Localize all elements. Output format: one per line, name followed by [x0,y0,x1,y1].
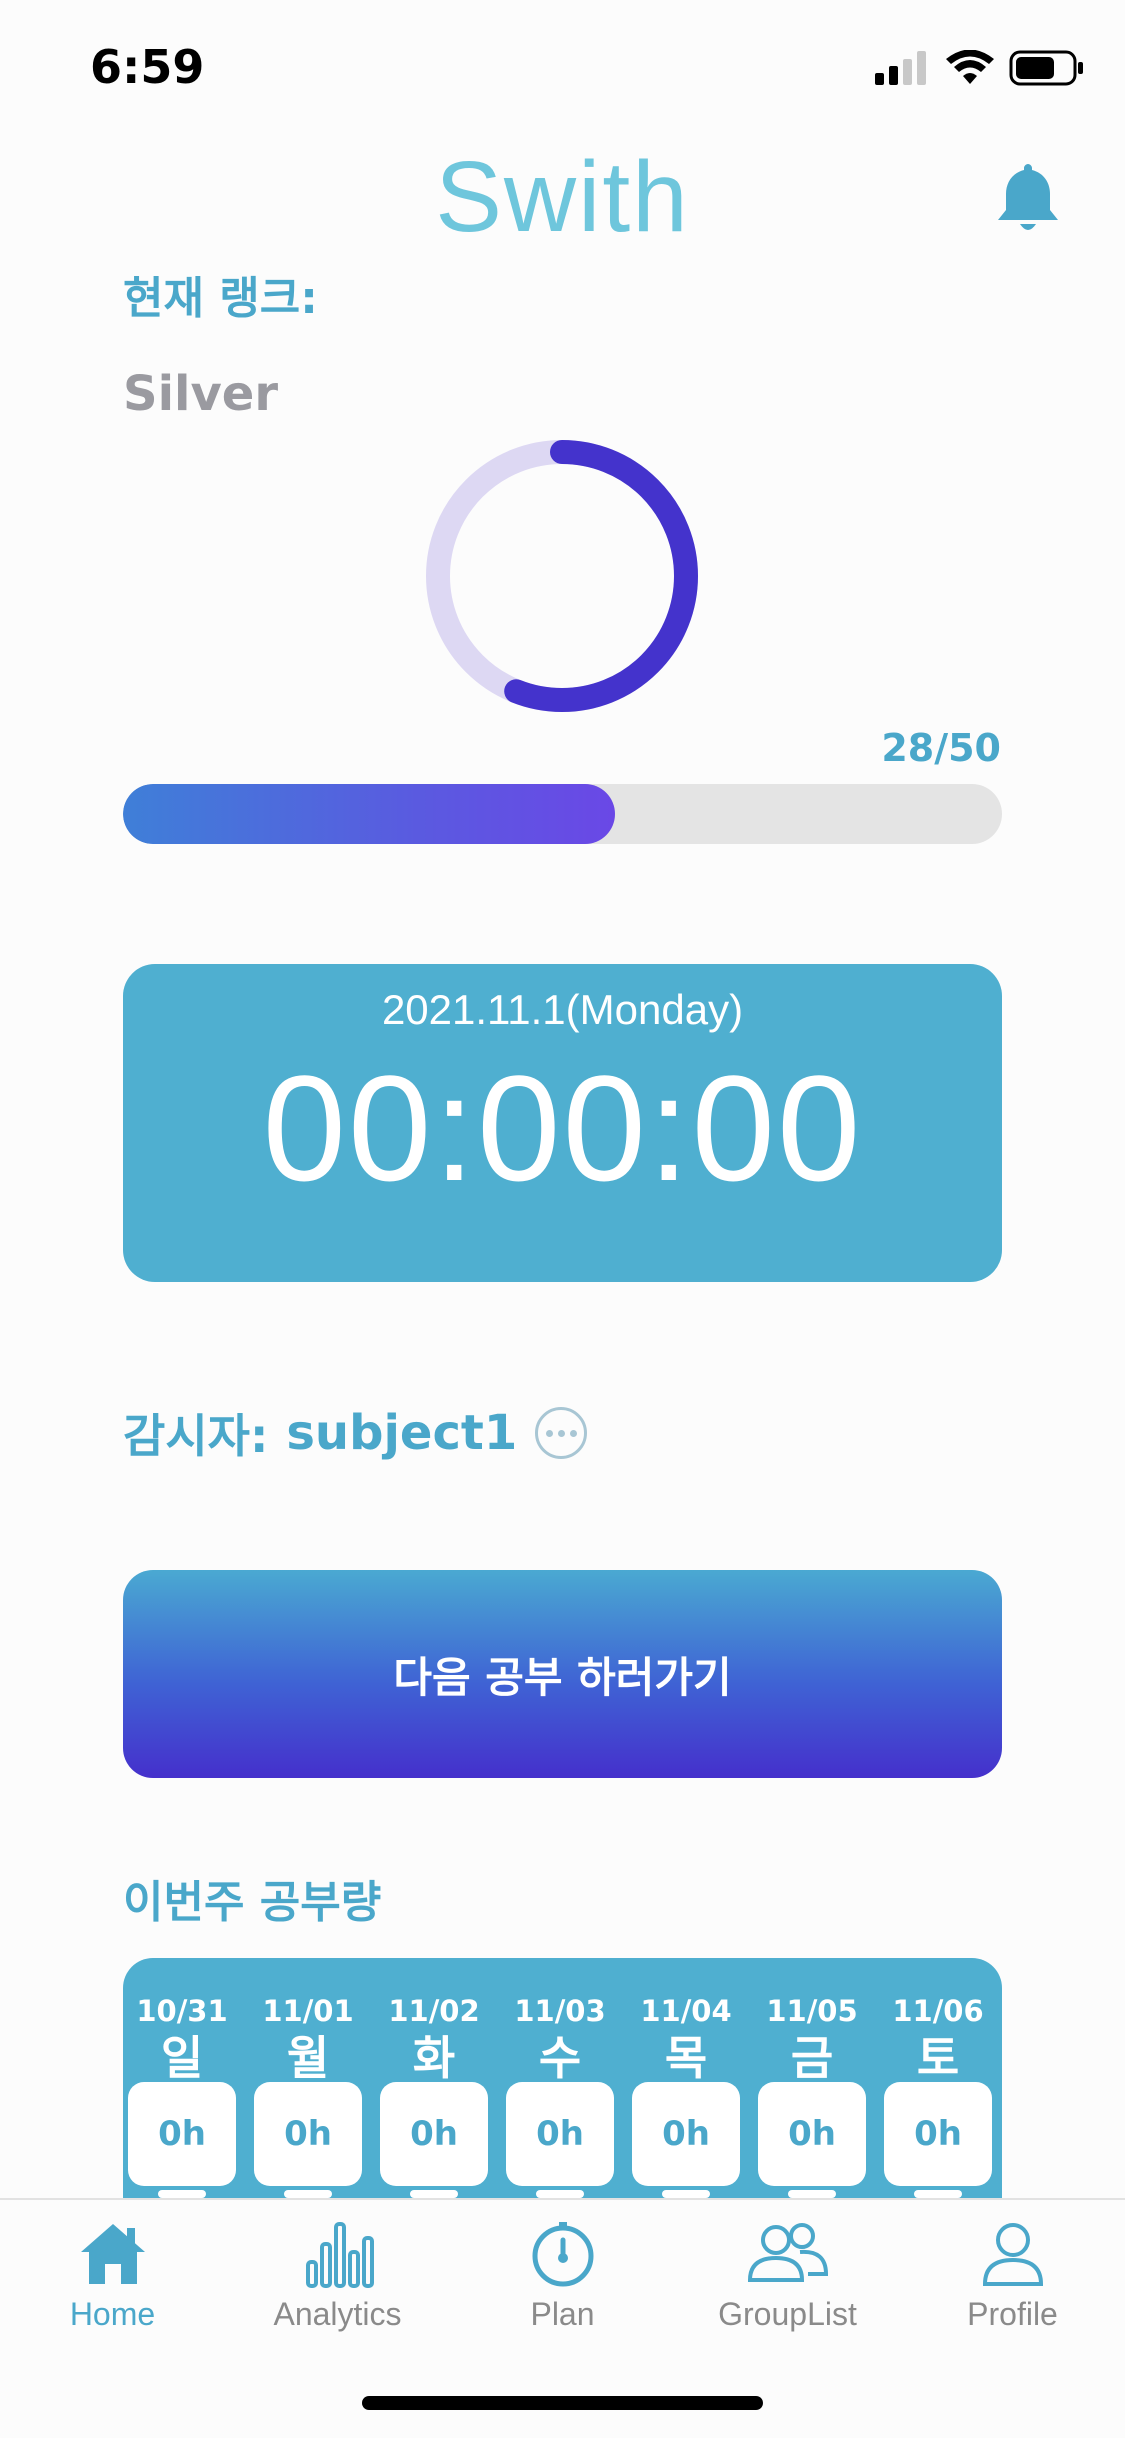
day-name: 목 [664,2031,708,2085]
timer-date: 2021.11.1(Monday) [381,986,744,1033]
tab-label: Plan [530,2296,595,2332]
tab-analytics[interactable]: Analytics [225,2220,450,2333]
tab-grouplist[interactable]: GroupList [675,2220,900,2333]
tab-label: GroupList [718,2296,857,2332]
day-name: 화 [412,2031,456,2085]
next-study-button[interactable]: 다음 공부 하러가기 [123,1570,1002,1778]
group-icon [747,2223,828,2282]
week-title: 이번주 공부량 [123,1877,382,1928]
signal-icon [875,51,926,85]
day-hours[interactable]: 0h [758,2082,866,2186]
progress-fill [123,784,616,844]
day-hours[interactable]: 0h [254,2082,362,2186]
rank-progress-ring [426,440,698,712]
day-hours[interactable]: 0h [632,2082,740,2186]
wifi-icon [946,50,994,84]
progress-bar [123,784,1002,844]
day-name: 수 [538,2031,582,2085]
day-sub [632,2190,740,2198]
tab-home[interactable]: Home [0,2220,225,2333]
day-sub [758,2190,866,2198]
day-sub [128,2190,236,2198]
stopwatch-icon [532,2222,593,2287]
supervisor-row: 감시자: subject1 [123,1400,588,1466]
timer-clock: 00:00:00 [262,1044,863,1212]
day-name: 일 [160,2031,204,2085]
supervisor-label: 감시자: [123,1409,269,1463]
day-sub [884,2190,992,2198]
rank-value: Silver [123,366,278,422]
day-name: 금 [790,2031,834,2085]
week-card: 10/31 일 0h 11/01 월 0h 11/02 화 0h 11/03 수… [123,1958,1002,2198]
day-hours[interactable]: 0h [884,2082,992,2186]
bar-chart-icon [305,2222,374,2288]
tab-profile[interactable]: Profile [900,2220,1125,2333]
tab-plan[interactable]: Plan [450,2220,675,2333]
status-time: 6:59 [90,40,205,94]
day-sub [254,2190,362,2198]
home-indicator [362,2396,763,2410]
day-hours[interactable]: 0h [128,2082,236,2186]
profile-icon [982,2223,1043,2286]
tab-label: Analytics [273,2296,402,2332]
bell-icon[interactable] [994,160,1062,236]
tab-label: Home [69,2296,156,2332]
battery-icon [1009,50,1083,86]
day-name: 월 [286,2031,330,2085]
progress-count: 28/50 [881,726,1001,770]
day-hours[interactable]: 0h [506,2082,614,2186]
timer-card: 2021.11.1(Monday) 00:00:00 [123,964,1002,1282]
home-icon [80,2224,145,2284]
day-hours[interactable]: 0h [380,2082,488,2186]
app-title: Swith [435,141,690,253]
more-icon[interactable] [535,1407,588,1459]
day-sub [506,2190,614,2198]
tab-label: Profile [967,2296,1058,2332]
supervisor-name: subject1 [286,1405,518,1461]
day-sub [380,2190,488,2198]
rank-label: 현재 랭크: [123,273,318,324]
day-name: 토 [916,2031,960,2085]
status-icons [875,48,1085,88]
